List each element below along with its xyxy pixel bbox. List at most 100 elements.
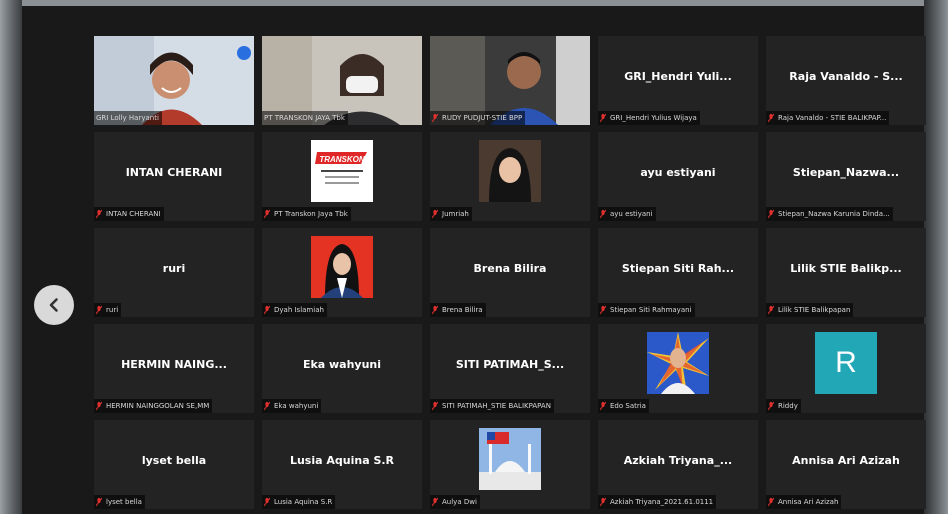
participant-name-label: HERMIN NAINGGOLAN SE,MM: [94, 399, 213, 413]
participant-tile[interactable]: Jumriah: [430, 132, 590, 221]
participant-display-name: GRI_Hendri Yuli...: [624, 70, 732, 83]
participant-tile[interactable]: Lilik STIE Balikp... Lilik STIE Balikpapa…: [766, 228, 926, 317]
participant-name-label: Lusia Aquina S.R: [262, 495, 336, 509]
mic-muted-icon: [96, 402, 106, 410]
mic-muted-icon: [600, 498, 610, 506]
participant-display-name: Eka wahyuni: [302, 358, 382, 371]
company-logo: TRANSKON: [311, 140, 373, 202]
participant-name: Stiepan Siti Rahmayani: [610, 306, 692, 314]
participant-name: PT TRANSKON JAYA Tbk: [264, 114, 345, 122]
participant-display-name: ruri: [162, 262, 186, 275]
previous-page-button[interactable]: [34, 285, 74, 325]
participant-tile[interactable]: Stiepan Siti Rah... Stiepan Siti Rahmayan…: [598, 228, 758, 317]
participant-name: GRI Lolly Haryanti: [96, 114, 159, 122]
participant-tile[interactable]: PT TRANSKON JAYA Tbk: [262, 36, 422, 125]
participant-display-name: Lilik STIE Balikp...: [790, 262, 902, 275]
profile-photo: [479, 428, 541, 490]
participant-name-label: Brena Bilira: [430, 303, 486, 317]
participant-tile[interactable]: Brena Bilira Brena Bilira: [430, 228, 590, 317]
participant-tile[interactable]: INTAN CHERANI INTAN CHERANI: [94, 132, 254, 221]
mic-muted-icon: [600, 306, 610, 314]
participant-name-label: PT TRANSKON JAYA Tbk: [262, 111, 348, 125]
participant-tile[interactable]: Stiepan_Nazwa... Stiepan_Nazwa Karunia Di…: [766, 132, 926, 221]
profile-photo: [311, 236, 373, 298]
window-left-edge: [0, 0, 22, 514]
mic-muted-icon: [600, 114, 610, 122]
participant-display-name: ayu estiyani: [640, 166, 716, 179]
participant-display-name: INTAN CHERANI: [125, 166, 223, 179]
mic-muted-icon: [768, 402, 778, 410]
participant-name: Raja Vanaldo - STIE BALIKPAP...: [778, 114, 887, 122]
mic-muted-icon: [432, 210, 442, 218]
participant-name-label: Jumriah: [430, 207, 472, 221]
participant-tile[interactable]: ayu estiyani ayu estiyani: [598, 132, 758, 221]
mic-muted-icon: [600, 402, 610, 410]
participant-display-name: SITI PATIMAH_S...: [455, 358, 565, 371]
window-right-edge: [924, 0, 948, 514]
mic-muted-icon: [264, 306, 274, 314]
participant-tile[interactable]: ruri ruri: [94, 228, 254, 317]
participant-name-label: Eka wahyuni: [262, 399, 322, 413]
participant-display-name: lyset bella: [141, 454, 207, 467]
participant-name-label: Aulya Dwi: [430, 495, 480, 509]
mic-muted-icon: [768, 114, 778, 122]
participant-display-name: HERMIN NAING...: [121, 358, 227, 371]
participant-name: Lilik STIE Balikpapan: [778, 306, 851, 314]
participant-name: ruri: [106, 306, 119, 314]
mic-muted-icon: [432, 402, 442, 410]
mic-muted-icon: [264, 498, 274, 506]
participant-display-name: Stiepan Siti Rah...: [621, 262, 735, 275]
participant-name: Aulya Dwi: [442, 498, 477, 506]
participant-name-label: GRI_Hendri Yulius Wijaya: [598, 111, 700, 125]
participant-display-name: Azkiah Triyana_...: [623, 454, 733, 467]
mic-muted-icon: [432, 498, 442, 506]
participant-name: INTAN CHERANI: [106, 210, 161, 218]
participant-name: SITI PATIMAH_STIE BALIKPAPAN: [442, 402, 551, 410]
participant-tile[interactable]: Azkiah Triyana_... Azkiah Triyana_2021.61…: [598, 420, 758, 509]
participant-name-label: Stiepan_Nazwa Karunia Dinda...: [766, 207, 893, 221]
participant-name-label: Lilik STIE Balikpapan: [766, 303, 854, 317]
participant-tile[interactable]: Annisa Ari Azizah Annisa Ari Azizah: [766, 420, 926, 509]
participant-name: RUDY PUDJUT-STIE BPP: [442, 114, 523, 122]
chevron-left-icon: [49, 298, 58, 312]
participant-name-label: Dyah Islamiah: [262, 303, 327, 317]
participant-name-label: Riddy: [766, 399, 801, 413]
participant-tile[interactable]: Dyah Islamiah: [262, 228, 422, 317]
participant-tile[interactable]: Eka wahyuni Eka wahyuni: [262, 324, 422, 413]
mic-muted-icon: [264, 402, 274, 410]
participant-name: Dyah Islamiah: [274, 306, 324, 314]
participant-tile[interactable]: GRI_Hendri Yuli... GRI_Hendri Yulius Wija…: [598, 36, 758, 125]
participant-name: Riddy: [778, 402, 798, 410]
participant-tile[interactable]: Aulya Dwi: [430, 420, 590, 509]
participant-name-label: PT Transkon Jaya Tbk: [262, 207, 351, 221]
mic-muted-icon: [600, 210, 610, 218]
participant-name-label: lyset bella: [94, 495, 145, 509]
participant-tile[interactable]: RUDY PUDJUT-STIE BPP: [430, 36, 590, 125]
participant-tile[interactable]: TRANSKON PT Transkon Jaya Tbk: [262, 132, 422, 221]
participant-display-name: Annisa Ari Azizah: [792, 454, 900, 467]
mic-muted-icon: [768, 498, 778, 506]
svg-text:TRANSKON: TRANSKON: [319, 155, 365, 164]
avatar: R: [815, 332, 877, 394]
participant-name: Jumriah: [442, 210, 469, 218]
participant-name-label: Raja Vanaldo - STIE BALIKPAP...: [766, 111, 890, 125]
participant-name: GRI_Hendri Yulius Wijaya: [610, 114, 697, 122]
participant-tile[interactable]: Lusia Aquina S.R Lusia Aquina S.R: [262, 420, 422, 509]
participant-name: Annisa Ari Azizah: [778, 498, 839, 506]
participant-tile[interactable]: Raja Vanaldo - S... Raja Vanaldo - STIE B…: [766, 36, 926, 125]
participant-name-label: Annisa Ari Azizah: [766, 495, 842, 509]
participant-tile[interactable]: R Riddy: [766, 324, 926, 413]
participant-name: Edo Satria: [610, 402, 646, 410]
participant-name: Eka wahyuni: [274, 402, 319, 410]
participant-display-name: Brena Bilira: [473, 262, 547, 275]
participant-name: ayu estiyani: [610, 210, 653, 218]
mic-muted-icon: [96, 210, 106, 218]
participant-tile[interactable]: GRI Lolly Haryanti: [94, 36, 254, 125]
participant-tile[interactable]: HERMIN NAING... HERMIN NAINGGOLAN SE,MM: [94, 324, 254, 413]
participant-name-label: INTAN CHERANI: [94, 207, 164, 221]
participant-tile[interactable]: Edo Satria: [598, 324, 758, 413]
participant-tile[interactable]: lyset bella lyset bella: [94, 420, 254, 509]
participant-name: Stiepan_Nazwa Karunia Dinda...: [778, 210, 890, 218]
participant-tile[interactable]: SITI PATIMAH_S... SITI PATIMAH_STIE BALIK…: [430, 324, 590, 413]
participant-name: Azkiah Triyana_2021.61.0111: [610, 498, 714, 506]
